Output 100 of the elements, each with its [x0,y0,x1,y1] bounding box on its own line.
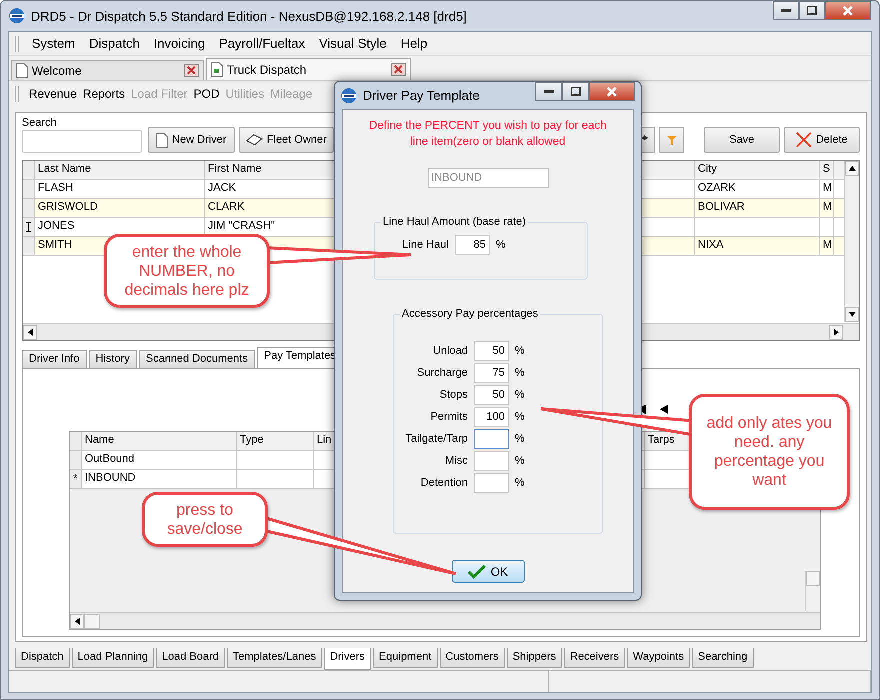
document-tab[interactable]: Truck Dispatch [206,58,411,80]
filter-icon [666,134,676,146]
scroll-arrow-button[interactable] [70,614,84,628]
detail-tab[interactable]: History [88,350,137,368]
scrollbar-thumb[interactable] [806,571,820,586]
fleet-owner-button[interactable]: Fleet Owner [239,127,334,154]
percent-field[interactable]: 50 [474,341,509,361]
scroll-arrow-button[interactable] [845,307,859,322]
minimize-icon [781,8,791,12]
module-tab[interactable]: Load Planning [72,648,154,668]
module-tab[interactable]: Load Board [156,648,226,668]
column-header[interactable]: City [695,161,820,180]
percent-field[interactable]: 75 [474,363,509,383]
document-tab[interactable]: Welcome [11,60,204,80]
close-tab-button[interactable] [184,64,199,77]
column-header[interactable]: Type [237,432,314,450]
app-logo-icon [9,8,25,24]
close-button[interactable] [825,1,871,20]
search-field[interactable] [22,130,142,154]
module-tab[interactable]: Dispatch [15,648,70,668]
table-cell: FLASH [35,180,205,198]
triangle-down-icon [848,312,856,317]
menu-item[interactable]: Payroll/Fueltax [214,34,310,53]
callout-bubble: press to save/close [142,492,268,547]
group-title: Line Haul Amount (base rate) [382,216,528,228]
maximize-button[interactable] [799,1,825,20]
table-cell: BOLIVAR [695,199,820,218]
close-button[interactable] [589,82,635,101]
percent-sign: % [496,239,507,251]
ok-button[interactable]: OK [452,560,524,583]
toolbar-item[interactable]: Reports [83,86,126,100]
maximize-button[interactable] [562,82,589,101]
close-tab-button[interactable] [391,63,406,76]
page-icon [156,132,168,148]
detail-tab[interactable]: Driver Info [22,350,87,368]
tab-label: Welcome [32,64,82,78]
minimize-icon [544,90,554,94]
search-label: Search [22,117,58,130]
scroll-arrow-button[interactable] [23,324,37,340]
vertical-scrollbar[interactable] [805,571,820,611]
module-tab[interactable]: Receivers [564,648,626,668]
toolbar-item[interactable]: Revenue [29,86,78,100]
percent-field[interactable]: 50 [474,385,509,405]
field-label: Line Haul [402,239,449,251]
percent-sign: % [515,411,526,423]
column-header[interactable]: Name [82,432,237,450]
triangle-right-icon [834,328,838,336]
maximize-icon [807,6,817,15]
new-driver-button[interactable]: New Driver [148,127,235,154]
minimize-button[interactable] [773,1,799,20]
module-tab[interactable]: Waypoints [627,648,690,668]
column-header[interactable]: Last Name [35,161,205,180]
delete-button[interactable]: Delete [784,127,860,154]
module-tab[interactable]: Drivers [324,648,372,670]
table-cell: M [820,237,834,256]
field-label: Tailgate/Tarp [404,433,468,445]
module-tab[interactable]: Shippers [506,648,562,668]
column-header[interactable]: S [820,161,834,180]
toolbar-item[interactable]: POD [194,86,220,100]
field-label: Detention [420,477,468,489]
detail-tab[interactable]: Scanned Documents [138,350,256,368]
row-header[interactable] [23,218,35,236]
text-cursor-icon [26,222,31,232]
percent-sign: % [515,433,526,445]
app-logo-icon [341,88,357,104]
menu-item[interactable]: Visual Style [314,34,392,53]
scroll-arrow-button[interactable] [845,161,859,176]
percent-field[interactable] [474,473,509,493]
menu-item[interactable]: Dispatch [84,34,145,53]
scroll-arrow-button[interactable] [829,324,843,340]
field-label: Unload [432,345,468,357]
line-haul-field[interactable]: 85 [455,235,490,255]
percent-field[interactable] [474,451,509,471]
callout-bubble: enter the whole NUMBER, no decimals here plz [104,234,270,308]
triangle-left-icon [28,328,32,336]
scrollbar-thumb[interactable] [84,614,100,628]
vertical-scrollbar[interactable] [844,161,859,322]
horizontal-scrollbar[interactable] [70,612,820,629]
save-button[interactable]: Save [704,127,780,154]
table-cell: M [820,199,834,218]
tab-label: Truck Dispatch [227,62,307,76]
field-label: Permits [430,411,468,423]
close-icon [607,86,617,96]
module-tab[interactable]: Customers [440,648,505,668]
menu-item[interactable]: Invoicing [148,34,210,53]
module-tab[interactable]: Equipment [373,648,438,668]
menu-item[interactable]: System [27,34,80,53]
instruction-text: Define the PERCENT you wish to pay for each line item(zero or blank allowed [369,119,607,150]
minimize-button[interactable] [535,82,562,101]
percent-field[interactable] [474,429,509,449]
percent-sign: % [515,477,526,489]
table-cell: INBOUND [82,470,237,488]
percent-field[interactable]: 100 [474,407,509,427]
row-header[interactable]: * [70,470,82,488]
menu-item[interactable]: Help [396,34,433,53]
document-icon [16,63,28,78]
callout-bubble: add only ates you need. any percentage you want [689,394,850,510]
table-cell: OutBound [82,451,237,469]
module-tab[interactable]: Templates/Lanes [227,648,322,668]
module-tab[interactable]: Searching [692,648,754,668]
